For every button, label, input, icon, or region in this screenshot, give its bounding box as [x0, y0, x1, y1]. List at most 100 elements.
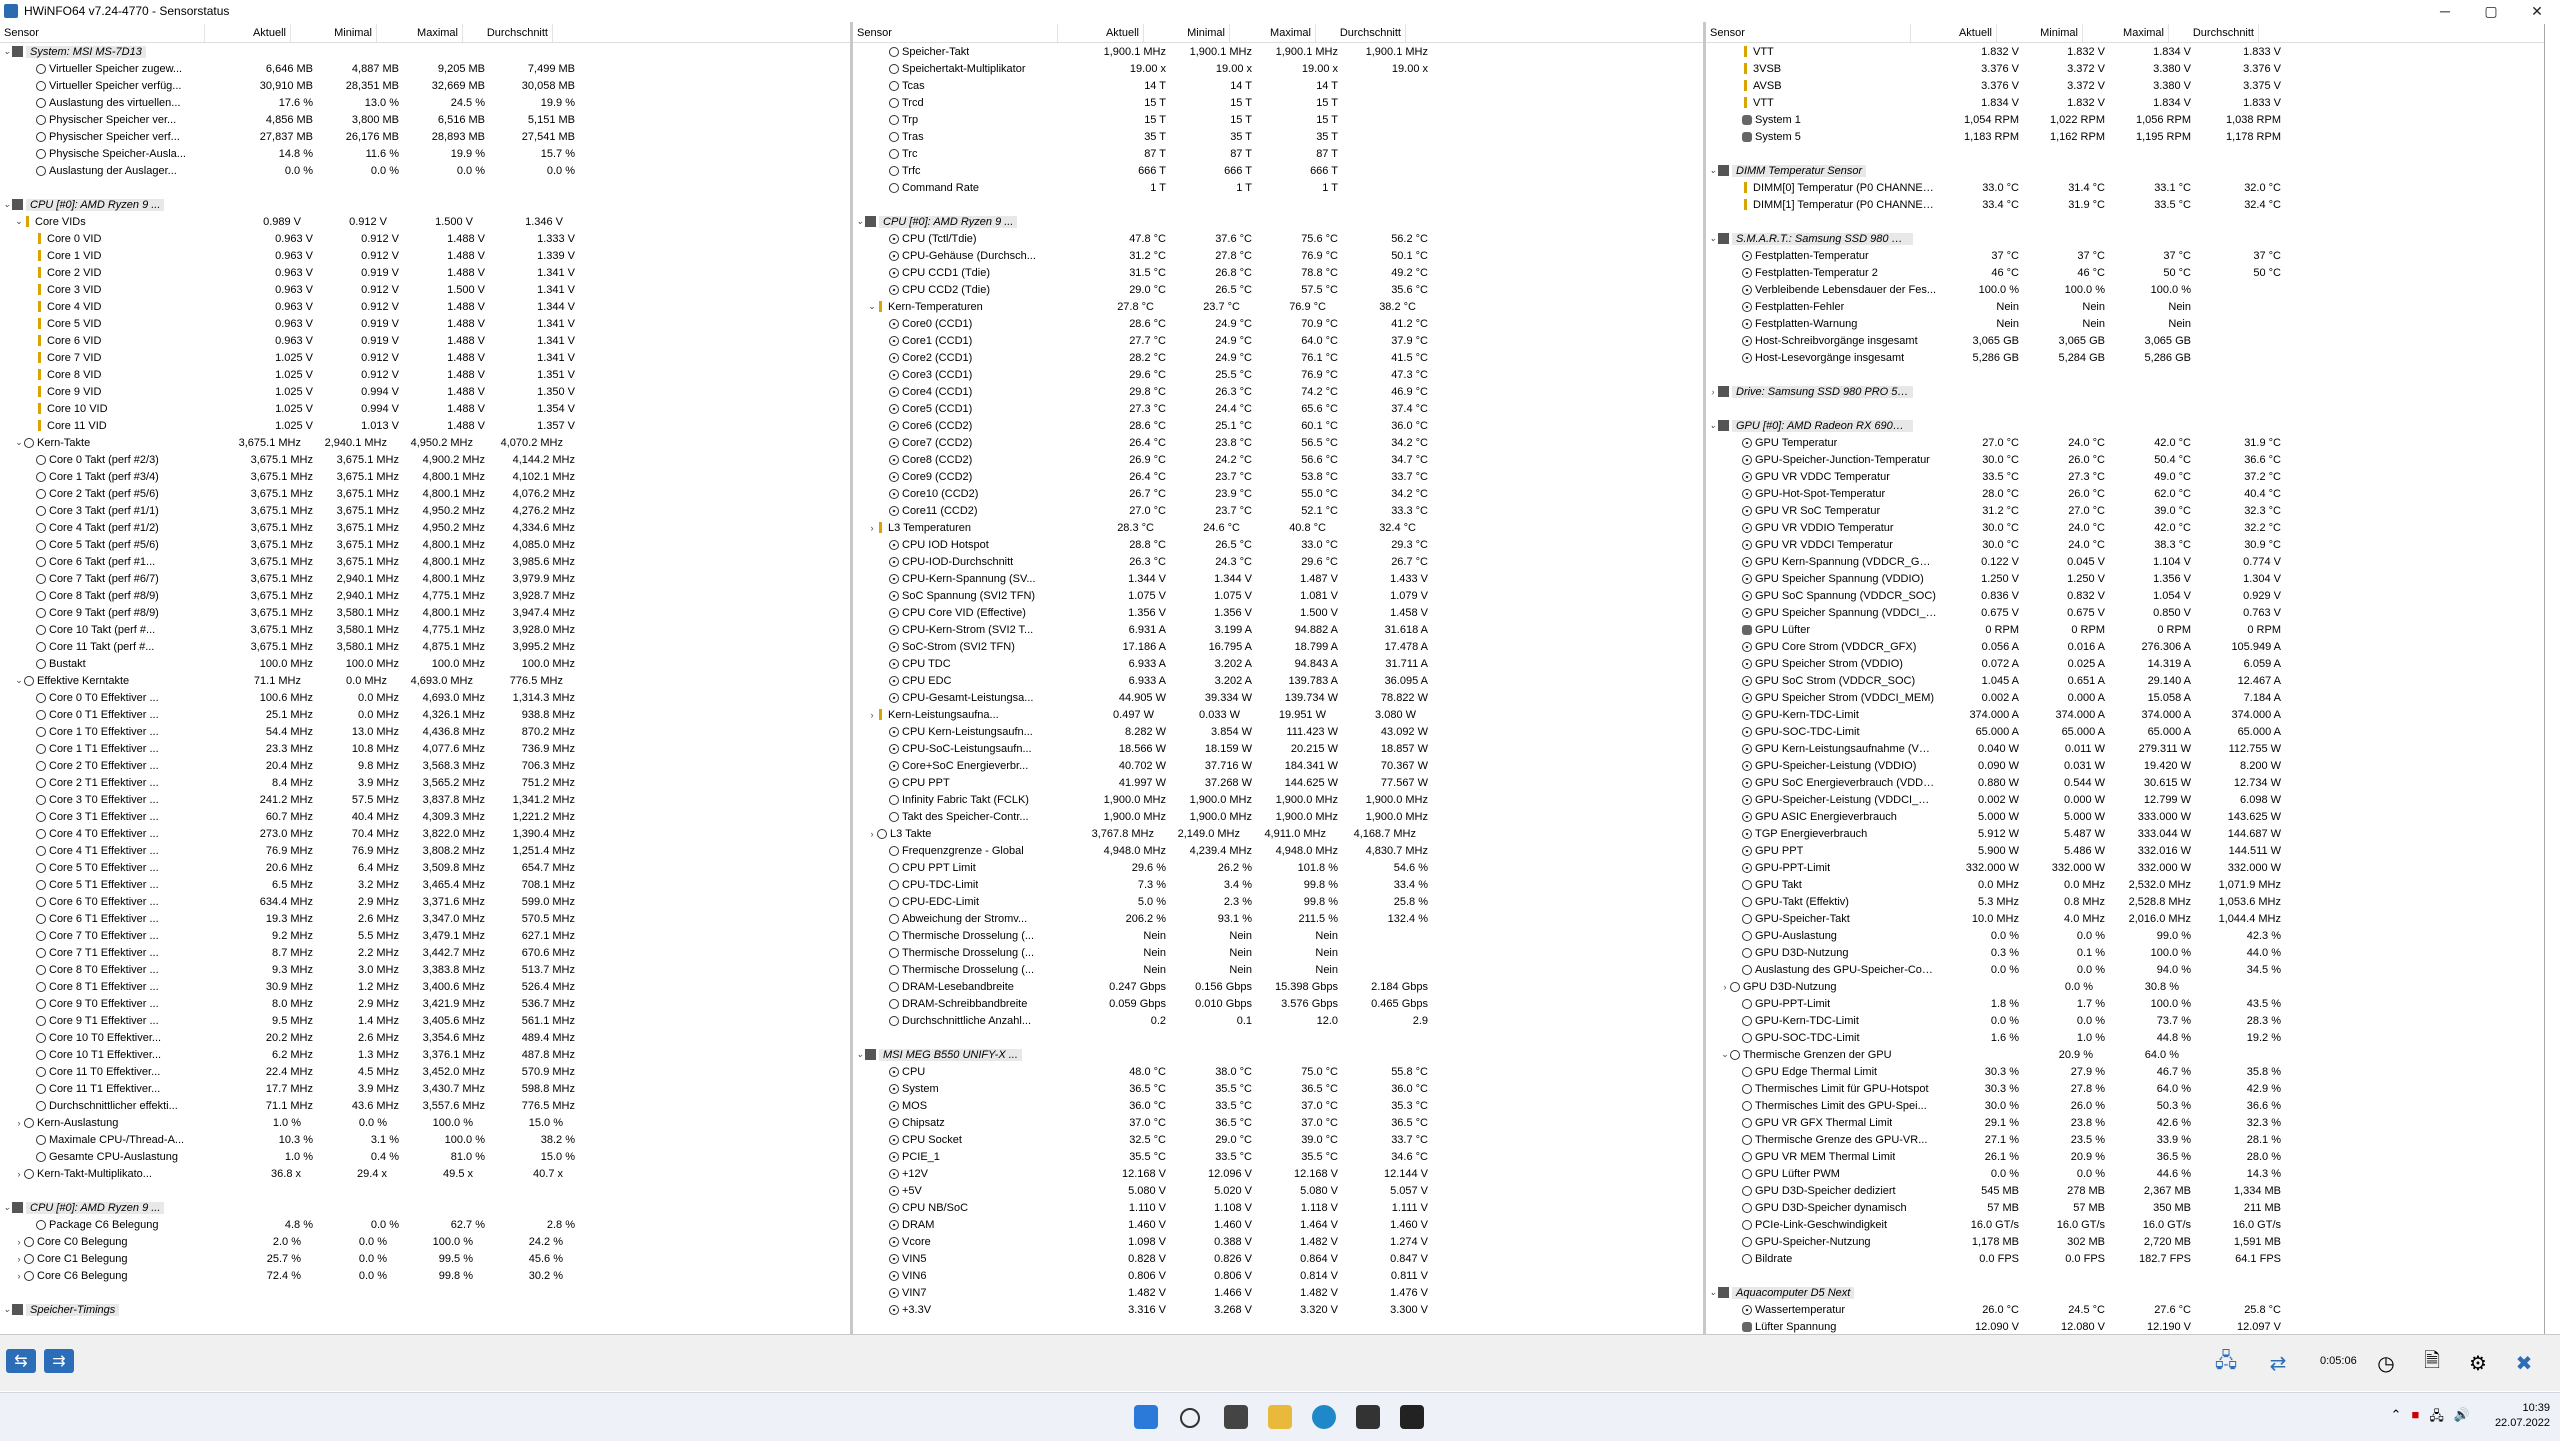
sensor-row[interactable]: Core 0 T0 Effektiver ... 100.6 MHz 0.0 MHz… [0, 689, 850, 706]
sensor-row[interactable]: Core 2 T0 Effektiver ... 20.4 MHz 9.8 MHz 3… [0, 757, 850, 774]
sensor-row[interactable]: Core4 (CCD1) 29.8 °C 26.3 °C 74.2 °C 46.9 °C [853, 383, 1703, 400]
sensor-row[interactable]: Core 6 Takt (perf #1... 3,675.1 MHz 3,675.… [0, 553, 850, 570]
collapse-icon[interactable]: ⌄ [855, 1049, 865, 1060]
sensor-row[interactable]: GPU-Hot-Spot-Temperatur 28.0 °C 26.0 °C 62.… [1706, 485, 2544, 502]
sensor-group-row[interactable]: ⌄ MSI MEG B550 UNIFY-X ... [853, 1046, 1703, 1063]
collapse-icon[interactable]: ⌄ [1708, 233, 1718, 244]
sensor-row[interactable]: Core0 (CCD1) 28.6 °C 24.9 °C 70.9 °C 41.2 °C [853, 315, 1703, 332]
sensor-row[interactable]: Core 8 Takt (perf #8/9) 3,675.1 MHz 2,940.… [0, 587, 850, 604]
sensor-row[interactable]: VIN7 1.482 V 1.466 V 1.482 V 1.476 V [853, 1284, 1703, 1301]
collapse-icon[interactable]: ⌄ [2, 46, 12, 57]
sensor-row[interactable]: Tras 35 T 35 T 35 T [853, 128, 1703, 145]
expand-icon[interactable]: › [14, 1271, 24, 1281]
search-icon[interactable] [1180, 1408, 1200, 1428]
maximize-button[interactable]: ▢ [2468, 0, 2514, 22]
column-header-cell[interactable]: Sensor [1706, 24, 1911, 42]
sensor-row[interactable]: Festplatten-Warnung Nein Nein Nein [1706, 315, 2544, 332]
sensor-row[interactable]: Core 2 Takt (perf #5/6) 3,675.1 MHz 3,675.… [0, 485, 850, 502]
sensor-group-row[interactable]: ⌄ System: MSI MS-7D13 [0, 43, 850, 60]
sensor-row[interactable]: Durchschnittliche Anzahl... 0.2 0.1 12.0 2.9 [853, 1012, 1703, 1029]
sensor-row[interactable]: Wassertemperatur 26.0 °C 24.5 °C 27.6 °C 25.… [1706, 1301, 2544, 1318]
sensor-row[interactable]: Festplatten-Fehler Nein Nein Nein [1706, 298, 2544, 315]
sensor-row[interactable]: GPU-Speicher-Junction-Temperatur 30.0 °C 2… [1706, 451, 2544, 468]
sensor-row[interactable]: Core 7 T1 Effektiver ... 8.7 MHz 2.2 MHz 3,… [0, 944, 850, 961]
sensor-row[interactable]: Abweichung der Stromv... 206.2 % 93.1 % 211… [853, 910, 1703, 927]
sensor-row[interactable]: GPU-Takt (Effektiv) 5.3 MHz 0.8 MHz 2,528.8… [1706, 893, 2544, 910]
sensor-row[interactable]: CPU Kern-Leistungsaufn... 8.282 W 3.854 W1… [853, 723, 1703, 740]
sensor-row[interactable]: Speichertakt-Multiplikator 19.00 x 19.00 x… [853, 60, 1703, 77]
sensor-row[interactable]: Host-Schreibvorgänge insgesamt 3,065 GB 3,… [1706, 332, 2544, 349]
sensor-row[interactable]: Lüfter Spannung 12.090 V 12.080 V 12.190 V1… [1706, 1318, 2544, 1334]
sensor-row[interactable]: Bustakt 100.0 MHz 100.0 MHz 100.0 MHz 100.0 … [0, 655, 850, 672]
collapse-icon[interactable]: ⌄ [867, 301, 877, 312]
sensor-row[interactable]: GPU Takt 0.0 MHz 0.0 MHz 2,532.0 MHz 1,071.9… [1706, 876, 2544, 893]
column-header-cell[interactable]: Minimal [1997, 24, 2083, 42]
collapse-icon[interactable]: ⌄ [1708, 420, 1718, 431]
sensor-row[interactable]: CPU CCD2 (Tdie) 29.0 °C 26.5 °C 57.5 °C 35.6… [853, 281, 1703, 298]
start-icon[interactable] [1134, 1405, 1158, 1429]
sensor-row[interactable]: GPU Speicher Strom (VDDCI_MEM) 0.002 A 0.0… [1706, 689, 2544, 706]
sensor-row[interactable]: GPU Kern-Leistungsaufnahme (VDD... 0.040 … [1706, 740, 2544, 757]
sensor-row[interactable]: Core7 (CCD2) 26.4 °C 23.8 °C 56.5 °C 34.2 °C [853, 434, 1703, 451]
sensor-row[interactable]: Virtueller Speicher verfüg... 30,910 MB 28… [0, 77, 850, 94]
sensor-row[interactable]: GPU-Speicher-Leistung (VDDIO) 0.090 W 0.03… [1706, 757, 2544, 774]
sensor-row[interactable]: CPU PPT 41.997 W 37.268 W 144.625 W 77.567 W [853, 774, 1703, 791]
collapse-icon[interactable]: ⌄ [1708, 165, 1718, 176]
settings-icon[interactable]: ⚙ [2462, 1347, 2494, 1379]
collapse-icon[interactable]: ⌄ [1708, 1287, 1718, 1298]
collapse-icon[interactable]: ⌄ [14, 216, 24, 227]
sensor-row[interactable]: Tcas 14 T 14 T 14 T [853, 77, 1703, 94]
sensor-row[interactable]: Core 7 T0 Effektiver ... 9.2 MHz 5.5 MHz 3,… [0, 927, 850, 944]
sensor-row[interactable]: Frequenzgrenze - Global 4,948.0 MHz 4,239.… [853, 842, 1703, 859]
sensor-row[interactable]: TGP Energieverbrauch 5.912 W 5.487 W 333.04… [1706, 825, 2544, 842]
sensor-row[interactable]: System 36.5 °C 35.5 °C 36.5 °C 36.0 °C [853, 1080, 1703, 1097]
sensor-panel-3[interactable]: Sensor Aktuell Minimal Maximal Durchschnitt V… [1706, 24, 2545, 1334]
sensor-row[interactable]: Durchschnittlicher effekti... 71.1 MHz 43.… [0, 1097, 850, 1114]
sensor-row[interactable]: DRAM 1.460 V 1.460 V 1.464 V 1.460 V [853, 1216, 1703, 1233]
sensor-row[interactable]: CPU NB/SoC 1.110 V 1.108 V 1.118 V 1.111 V [853, 1199, 1703, 1216]
column-header-cell[interactable]: Maximal [377, 24, 463, 42]
sensor-group-row[interactable]: ⌄ CPU [#0]: AMD Ryzen 9 ... [0, 1199, 850, 1216]
sensor-row[interactable]: GPU D3D-Nutzung 0.3 % 0.1 % 100.0 % 44.0 % [1706, 944, 2544, 961]
sensor-row[interactable]: Core 5 Takt (perf #5/6) 3,675.1 MHz 3,675.… [0, 536, 850, 553]
sensor-group-row[interactable]: ⌄ S.M.A.R.T.: Samsung SSD 980 PR... [1706, 230, 2544, 247]
sensor-row[interactable]: Core 11 Takt (perf #... 3,675.1 MHz 3,580.… [0, 638, 850, 655]
sensor-row[interactable]: Command Rate 1 T1 T1 T [853, 179, 1703, 196]
sensor-row[interactable]: Core+SoC Energieverbr... 40.702 W 37.716 W… [853, 757, 1703, 774]
column-header-cell[interactable]: Minimal [291, 24, 377, 42]
sensor-row[interactable]: CPU Core VID (Effective) 1.356 V 1.356 V 1.… [853, 604, 1703, 621]
sensor-row[interactable]: Thermische Grenze des GPU-VR... 27.1 % 23.… [1706, 1131, 2544, 1148]
sensor-row[interactable]: CPU CCD1 (Tdie) 31.5 °C 26.8 °C 78.8 °C 49.2… [853, 264, 1703, 281]
sensor-row[interactable]: Virtueller Speicher zugew... 6,646 MB 4,88… [0, 60, 850, 77]
navigate-left-icon[interactable]: ⇆ [6, 1349, 36, 1373]
sensor-row[interactable]: GPU VR SoC Temperatur 31.2 °C 27.0 °C 39.0 … [1706, 502, 2544, 519]
sensor-row[interactable]: GPU-SOC-TDC-Limit 65.000 A 65.000 A 65.000 … [1706, 723, 2544, 740]
expand-icon[interactable]: › [14, 1254, 24, 1264]
navigate-right-icon[interactable]: ⇉ [44, 1349, 74, 1373]
sensor-row[interactable]: Core 3 Takt (perf #1/1) 3,675.1 MHz 3,675.… [0, 502, 850, 519]
sensor-row[interactable]: VIN5 0.828 V 0.826 V 0.864 V 0.847 V [853, 1250, 1703, 1267]
sensor-row[interactable]: ⌄ Thermische Grenzen der GPU 20.9 % 64.0 % [1706, 1046, 2544, 1063]
sensor-row[interactable]: Physischer Speicher verf... 27,837 MB 26,1… [0, 128, 850, 145]
sensor-row[interactable]: GPU-Kern-TDC-Limit 374.000 A 374.000 A 374.… [1706, 706, 2544, 723]
sensor-row[interactable]: GPU VR GFX Thermal Limit 29.1 % 23.8 % 42.6… [1706, 1114, 2544, 1131]
column-header-cell[interactable]: Aktuell [205, 24, 291, 42]
sensor-group-row[interactable]: ⌄ CPU [#0]: AMD Ryzen 9 ... [0, 196, 850, 213]
sensor-row[interactable]: GPU Edge Thermal Limit 30.3 % 27.9 % 46.7 %… [1706, 1063, 2544, 1080]
column-header-cell[interactable]: Aktuell [1911, 24, 1997, 42]
sensor-row[interactable]: System 5 1,183 RPM 1,162 RPM 1,195 RPM 1,178… [1706, 128, 2544, 145]
sensor-row[interactable]: PCIe-Link-Geschwindigkeit 16.0 GT/s 16.0 G… [1706, 1216, 2544, 1233]
sensor-row[interactable]: › Kern-Auslastung 1.0 % 0.0 % 100.0 % 15.0 % [0, 1114, 850, 1131]
sensor-row[interactable]: Festplatten-Temperatur 2 46 °C 46 °C 50 °C 5… [1706, 264, 2544, 281]
sensor-row[interactable]: Chipsatz 37.0 °C 36.5 °C 37.0 °C 36.5 °C [853, 1114, 1703, 1131]
sensor-row[interactable]: GPU Kern-Spannung (VDDCR_GFX) 0.122 V 0.04… [1706, 553, 2544, 570]
app-tray-icon[interactable]: ■ [2411, 1407, 2419, 1429]
sensor-row[interactable]: Core3 (CCD1) 29.6 °C 25.5 °C 76.9 °C 47.3 °C [853, 366, 1703, 383]
sensor-row[interactable]: SoC-Strom (SVI2 TFN) 17.186 A 16.795 A 18.7… [853, 638, 1703, 655]
panel-splitter[interactable] [1703, 22, 1706, 1334]
sensor-row[interactable]: GPU VR VDDCI Temperatur 30.0 °C 24.0 °C 38.… [1706, 536, 2544, 553]
sensor-row[interactable]: GPU VR MEM Thermal Limit 26.1 % 20.9 % 36.5… [1706, 1148, 2544, 1165]
sensor-row[interactable]: CPU 48.0 °C 38.0 °C 75.0 °C 55.8 °C [853, 1063, 1703, 1080]
sensor-row[interactable]: Core 7 VID 1.025 V 0.912 V 1.488 V 1.341 V [0, 349, 850, 366]
sensor-row[interactable]: Core 3 VID 0.963 V 0.912 V 1.500 V 1.341 V [0, 281, 850, 298]
